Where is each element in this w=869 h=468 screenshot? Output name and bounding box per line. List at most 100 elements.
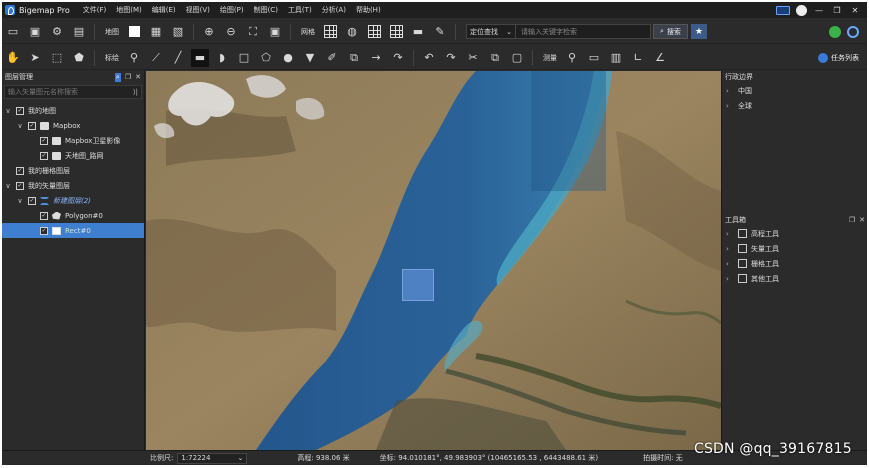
close-button[interactable]: ✕ [849,4,861,16]
zoom-out-icon[interactable]: ⊖ [222,23,240,41]
pan-hand-icon[interactable]: ✋ [4,49,22,67]
favorite-star-icon[interactable]: ★ [690,24,707,39]
task-list-button[interactable]: 任务列表 [818,52,859,63]
full-extent-icon[interactable]: ▣ [266,23,284,41]
menu-file[interactable]: 文件(F) [78,5,112,15]
select-arrow-icon[interactable]: ➤ [26,49,44,67]
globe-grid-icon[interactable]: ◍ [343,23,361,41]
chevron-down-icon[interactable]: ∨ [16,122,24,130]
brush-icon[interactable]: ✎ [431,23,449,41]
layer-visibility-checkbox[interactable]: ✓ [28,196,36,205]
redo-icon[interactable]: ↷ [442,49,460,67]
measure-distance-icon[interactable]: ▭ [585,49,603,67]
map-style-icon[interactable]: ▧ [169,23,187,41]
layer-tree-item[interactable]: ∨ ✓ 新建图层(2) [2,193,144,208]
float-panel-icon[interactable]: ❐ [849,216,855,224]
copy-icon[interactable]: ⧉ [486,49,504,67]
layer-tree-item[interactable]: ∨ ✓ 我的矢量图层 [2,178,144,193]
menu-cartography[interactable]: 制图(C) [249,5,283,15]
scale-select[interactable]: 1:72224 ⌄ [177,452,248,464]
image-icon[interactable]: ▤ [70,23,88,41]
circle-icon[interactable]: ● [279,49,297,67]
layer-visibility-checkbox[interactable]: ✓ [16,106,24,115]
layer-search-field[interactable]: 输入矢量图元名称搜索 ⟩| [4,85,142,99]
layer-tree-item[interactable]: ✓ 天地图_路网 [2,148,144,163]
polyline-icon[interactable]: ⟋ [147,49,165,67]
measure-angle-icon[interactable]: ∠ [651,49,669,67]
toolbox-item-elevation[interactable]: › 高程工具 [722,226,867,241]
menu-draw[interactable]: 绘图(P) [215,5,249,15]
search-mode-select[interactable]: 定位查找 ⌄ [466,24,516,39]
measure-area-icon[interactable]: ▥ [607,49,625,67]
tile-grid-icon[interactable] [365,23,383,41]
sheet-grid-icon[interactable] [387,23,405,41]
toolbox-item-vector[interactable]: › 矢量工具 [722,241,867,256]
rectangle-tool-icon[interactable]: ▬ [191,48,209,67]
text-annotation-icon[interactable]: ✐ [323,49,341,67]
float-panel-icon[interactable]: ❐ [125,73,131,82]
collapse-icon[interactable]: ⟩| [133,88,138,96]
save-icon[interactable]: ▣ [26,23,44,41]
maximize-button[interactable]: ❐ [831,4,843,16]
menu-view[interactable]: 视图(V) [181,5,215,15]
menu-edit[interactable]: 编辑(E) [147,5,181,15]
chevron-down-icon[interactable]: ∨ [16,197,24,205]
link-icon[interactable] [847,25,859,38]
menu-analysis[interactable]: 分析(A) [317,5,351,15]
menu-map[interactable]: 地图(M) [111,5,147,15]
search-input[interactable] [516,24,651,39]
wechat-icon[interactable] [829,25,841,38]
zoom-extent-icon[interactable]: ⛶ [244,23,262,41]
layer-visibility-checkbox[interactable]: ✓ [40,211,48,220]
chevron-down-icon[interactable]: ∨ [4,107,12,115]
cut-scissors-icon[interactable]: ✂ [464,49,482,67]
measure-point-icon[interactable]: ⚲ [563,49,581,67]
search-icon[interactable]: ⌕ [114,72,121,82]
paste-icon[interactable]: ▢ [508,49,526,67]
close-icon[interactable]: ✕ [859,216,865,224]
folder-icon[interactable]: ▬ [409,23,427,41]
menu-help[interactable]: 帮助(H) [351,5,386,15]
close-icon[interactable]: ✕ [135,73,141,82]
chevron-down-icon[interactable]: ∨ [4,182,12,190]
label-icon[interactable]: ⧉ [345,49,363,67]
arc-icon[interactable]: ◗ [213,49,231,67]
square-icon[interactable]: □ [235,49,253,67]
layer-visibility-checkbox[interactable]: ✓ [40,151,48,160]
layer-visibility-checkbox[interactable]: ✓ [16,166,24,175]
layer-visibility-checkbox[interactable]: ✓ [40,136,48,145]
triangle-icon[interactable]: ▼ [301,49,319,67]
layer-tree-item[interactable]: ✓ 我的栅格图层 [2,163,144,178]
layer-tree-item[interactable]: ✓ Polygon#0 [2,208,144,223]
grid-icon[interactable] [321,23,339,41]
curved-arrow-icon[interactable]: ↷ [389,49,407,67]
layer-visibility-checkbox[interactable]: ✓ [28,121,36,130]
map-source-icon[interactable] [125,23,143,41]
open-folder-icon[interactable]: ▭ [4,23,22,41]
arrow-icon[interactable]: → [367,49,385,67]
search-button[interactable]: ⌕ 搜索 [653,24,688,39]
rect-feature[interactable] [402,269,434,301]
map-view[interactable] [146,71,721,450]
user-avatar-icon[interactable] [796,4,807,16]
admin-item-global[interactable]: › 全球 [722,98,867,113]
layer-visibility-checkbox[interactable]: ✓ [40,226,48,235]
polygon-icon[interactable]: ⬠ [257,49,275,67]
select-box-icon[interactable]: ⬚ [48,49,66,67]
keyboard-icon[interactable] [776,5,790,15]
toolbox-item-raster[interactable]: › 栅格工具 [722,256,867,271]
line-icon[interactable]: ╱ [169,49,187,67]
layer-visibility-checkbox[interactable]: ✓ [16,181,24,190]
select-shape-icon[interactable]: ⬟ [70,49,88,67]
marker-pin-icon[interactable]: ⚲ [125,49,143,67]
layer-tree-item[interactable]: ✓ Mapbox卫星影像 [2,133,144,148]
layer-tree-item[interactable]: ∨ ✓ Mapbox [2,118,144,133]
menu-tools[interactable]: 工具(T) [283,5,317,15]
layer-tree-item[interactable]: ∨ ✓ 我的地图 [2,103,144,118]
admin-item-china[interactable]: › 中国 [722,83,867,98]
undo-icon[interactable]: ↶ [420,49,438,67]
layer-tree-item[interactable]: ✓ Rect#0 [2,223,144,238]
measure-height-icon[interactable]: ∟ [629,49,647,67]
toolbox-item-other[interactable]: › 其他工具 [722,271,867,286]
minimize-button[interactable]: — [813,4,825,16]
